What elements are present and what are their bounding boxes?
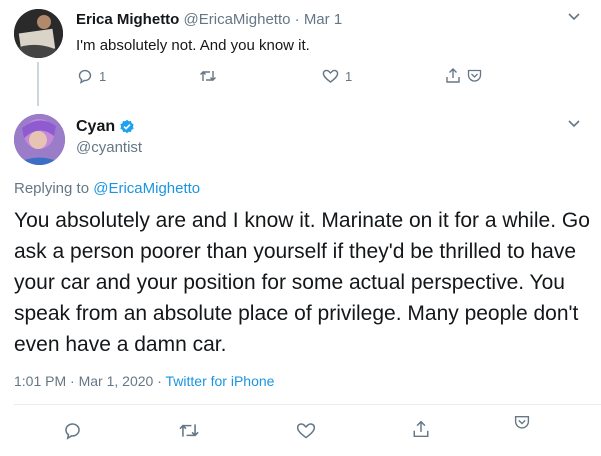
verified-badge-icon <box>119 119 135 135</box>
avatar[interactable] <box>14 114 65 165</box>
avatar[interactable] <box>14 9 63 58</box>
share-button[interactable] <box>412 419 430 439</box>
thread-line <box>37 62 39 106</box>
author-handle[interactable]: @cyantist <box>76 139 142 156</box>
like-button[interactable]: 1 <box>322 68 352 84</box>
separator: · <box>294 11 300 28</box>
retweet-button[interactable] <box>178 422 200 439</box>
tweet-date[interactable]: Mar 1, 2020 <box>79 373 154 389</box>
retweet-icon <box>178 422 200 439</box>
author-handle[interactable]: @EricaMighetto <box>184 11 291 28</box>
retweet-icon <box>199 69 217 83</box>
replying-prefix: Replying to <box>14 180 90 197</box>
tweet-text: I'm absolutely not. And you know it. <box>76 37 310 54</box>
caret-down-icon[interactable] <box>567 12 581 22</box>
divider <box>14 404 601 405</box>
share-button[interactable] <box>445 67 482 84</box>
like-icon <box>296 421 316 440</box>
author-name-row: Cyan <box>76 118 135 136</box>
caret-down-icon[interactable] <box>567 119 581 129</box>
author-name[interactable]: Cyan <box>76 118 115 136</box>
like-icon <box>322 68 339 84</box>
tweet-source-link[interactable]: Twitter for iPhone <box>166 373 275 389</box>
pocket-icon[interactable] <box>467 69 482 83</box>
author-name[interactable]: Erica Mighetto <box>76 11 179 28</box>
reply-button[interactable]: 1 <box>77 68 106 84</box>
share-icon <box>445 67 461 84</box>
like-count: 1 <box>345 68 353 84</box>
reply-count: 1 <box>99 68 107 84</box>
reply-icon <box>63 421 82 440</box>
separator: · <box>157 373 162 389</box>
tweet-date[interactable]: Mar 1 <box>304 11 342 28</box>
replying-to-link[interactable]: @EricaMighetto <box>93 180 200 197</box>
parent-tweet-header: Erica Mighetto @EricaMighetto · Mar 1 <box>76 11 342 28</box>
share-icon <box>412 419 430 439</box>
separator: · <box>70 373 75 389</box>
pocket-icon[interactable] <box>514 415 530 430</box>
reply-icon <box>77 68 93 84</box>
tweet-text: You absolutely are and I know it. Marina… <box>14 209 590 356</box>
reply-button[interactable] <box>63 421 82 440</box>
tweet-time[interactable]: 1:01 PM <box>14 373 66 389</box>
replying-to: Replying to @EricaMighetto <box>14 180 200 197</box>
retweet-button[interactable] <box>199 69 217 83</box>
tweet-timestamp: 1:01 PM · Mar 1, 2020 · Twitter for iPho… <box>14 373 274 389</box>
like-button[interactable] <box>296 421 316 440</box>
